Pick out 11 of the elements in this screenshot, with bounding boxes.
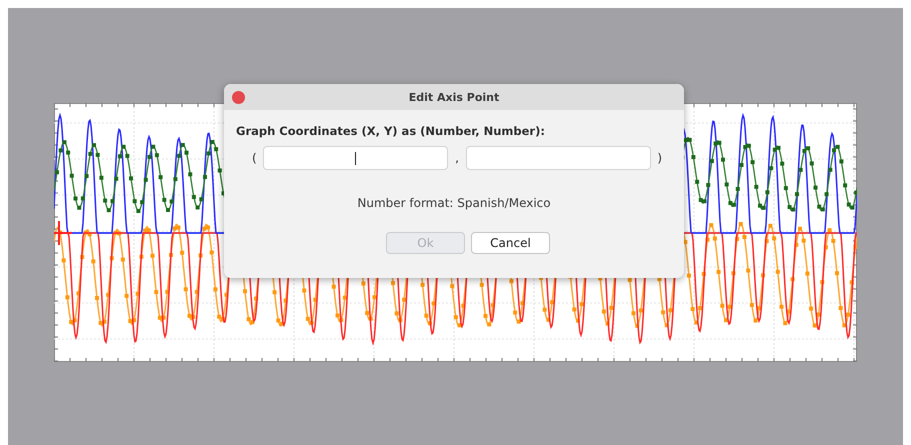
separator: , — [454, 151, 460, 165]
input-field[interactable] — [263, 146, 448, 170]
input-field[interactable] — [466, 146, 651, 170]
close-paren: ) — [656, 151, 662, 165]
cancel-button[interactable]: Cancel — [471, 232, 550, 254]
open-paren: ( — [252, 151, 258, 165]
prompt-label: Graph Coordinates (X, Y) as (Number, Number): — [236, 124, 546, 138]
number-format-label: Number format: Spanish/Mexico — [356, 196, 552, 210]
crosshair-icon — [54, 221, 72, 245]
dialog-title: Edit Axis Point — [408, 90, 500, 104]
close-button[interactable] — [232, 91, 245, 104]
